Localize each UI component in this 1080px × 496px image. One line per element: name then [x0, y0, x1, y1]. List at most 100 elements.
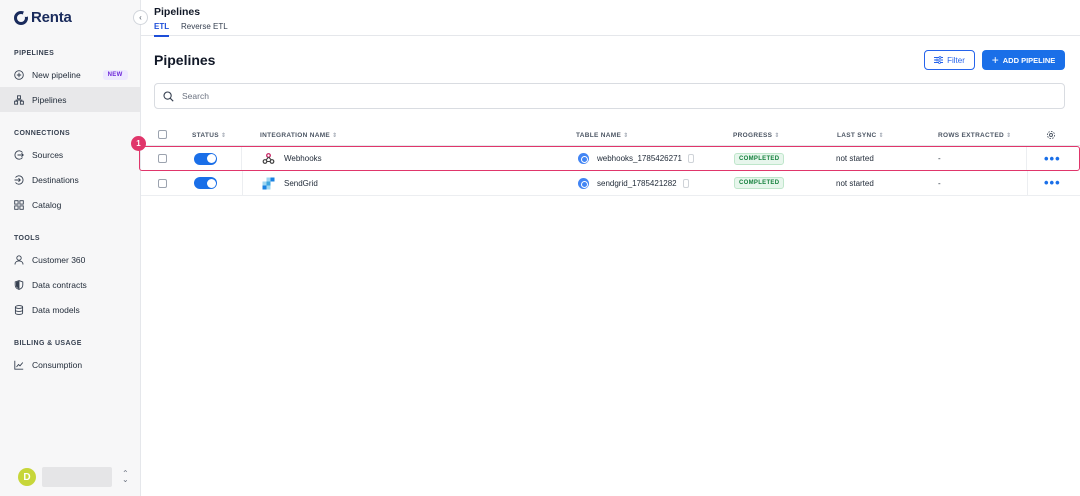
tab-etl[interactable]: ETL	[154, 22, 170, 37]
sidebar-item-label: Destinations	[32, 174, 79, 185]
table-settings-button[interactable]	[1046, 130, 1056, 140]
collapse-sidebar-button[interactable]: ‹	[133, 10, 148, 25]
column-header-progress[interactable]: PROGRESS ⇕	[733, 132, 780, 139]
add-pipeline-button[interactable]: + ADD PIPELINE	[982, 50, 1065, 70]
filter-button-label: Filter	[947, 55, 965, 65]
table-row[interactable]: Webhooks webhooks_1785426271 COMPLETED n…	[139, 146, 1080, 171]
chevron-up-down-icon: ⌃ ⌄	[122, 469, 129, 484]
last-sync: not started	[836, 178, 874, 188]
search-input[interactable]	[182, 91, 1042, 101]
renta-logo-icon	[14, 10, 29, 25]
sidebar-item-pipelines[interactable]: Pipelines	[0, 87, 140, 112]
new-badge: NEW	[102, 69, 128, 80]
rows-extracted: -	[938, 154, 941, 163]
sidebar-item-catalog[interactable]: Catalog	[0, 192, 140, 217]
sidebar-item-sources[interactable]: Sources	[0, 142, 140, 167]
bigquery-icon	[578, 177, 589, 189]
brand-name: Renta	[31, 9, 72, 26]
user-name-redacted	[42, 467, 112, 487]
table-name-cell: sendgrid_1785421282	[578, 171, 689, 195]
sort-icon: ⇕	[332, 133, 338, 139]
section-label-pipelines: PIPELINES	[14, 50, 55, 57]
status-badge: COMPLETED	[734, 152, 785, 165]
sidebar-item-data-models[interactable]: Data models	[0, 297, 140, 322]
integration-cell[interactable]: Webhooks	[262, 147, 322, 170]
sidebar-item-label: Data models	[32, 304, 80, 315]
status-toggle[interactable]	[194, 147, 217, 170]
status-toggle[interactable]	[194, 171, 217, 195]
more-icon: •••	[1044, 175, 1061, 190]
step-indicator-badge: 1	[131, 136, 146, 151]
avatar: D	[18, 468, 36, 486]
plus-icon: +	[991, 53, 999, 67]
integration-name: Webhooks	[284, 154, 322, 163]
table-header: STATUS ⇕ INTEGRATION NAME ⇕ TABLE NAME ⇕ PR…	[141, 126, 1080, 146]
integration-cell[interactable]: SendGrid	[262, 171, 318, 195]
progress-cell: COMPLETED	[734, 147, 785, 170]
add-pipeline-label: ADD PIPELINE	[1002, 55, 1056, 65]
sidebar-item-new-pipeline[interactable]: New pipeline NEW	[0, 62, 140, 87]
sort-icon: ⇕	[878, 133, 884, 139]
row-actions-button[interactable]: •••	[1044, 147, 1061, 170]
sidebar-item-consumption[interactable]: Consumption	[0, 352, 140, 377]
bigquery-icon	[578, 153, 589, 164]
sidebar-item-data-contracts[interactable]: Data contracts	[0, 272, 140, 297]
sidebar-item-customer-360[interactable]: Customer 360	[0, 247, 140, 272]
rows-extracted: -	[938, 178, 941, 188]
grid-icon	[14, 199, 24, 210]
chart-icon	[14, 360, 24, 370]
section-label-billing: BILLING & USAGE	[14, 340, 82, 347]
sidebar-item-label: Pipelines	[32, 94, 67, 105]
sidebar: Renta PIPELINES New pipeline NEW Pipelin…	[0, 0, 141, 496]
sort-icon: ⇕	[623, 133, 629, 139]
top-header: Pipelines ETL Reverse ETL	[141, 0, 1080, 37]
column-header-rows-extracted[interactable]: ROWS EXTRACTED ⇕	[938, 132, 1011, 139]
sidebar-item-label: Sources	[32, 149, 64, 160]
status-badge: COMPLETED	[734, 177, 785, 189]
brand-logo[interactable]: Renta	[14, 9, 72, 26]
filter-button[interactable]: Filter	[924, 50, 975, 70]
copy-icon[interactable]	[682, 178, 689, 188]
user-menu[interactable]: D ⌃ ⌄	[18, 467, 129, 487]
sidebar-item-label: Catalog	[32, 199, 62, 210]
shield-icon	[14, 279, 24, 290]
pipeline-icon	[14, 94, 24, 105]
search-icon	[163, 90, 174, 102]
user-icon	[14, 254, 24, 265]
sort-icon: ⇕	[220, 133, 227, 139]
column-header-table-name[interactable]: TABLE NAME ⇕	[576, 132, 628, 139]
row-actions-button[interactable]: •••	[1044, 171, 1061, 195]
integration-name: SendGrid	[284, 178, 318, 188]
sendgrid-icon	[262, 177, 275, 190]
search-box[interactable]	[154, 83, 1065, 109]
more-icon: •••	[1044, 150, 1061, 166]
row-checkbox[interactable]	[158, 171, 167, 195]
table-name: webhooks_1785426271	[597, 154, 682, 163]
table-row[interactable]: SendGrid sendgrid_1785421282 COMPLETED n…	[141, 171, 1080, 196]
column-header-status[interactable]: STATUS ⇕	[192, 132, 226, 139]
table-name-cell: webhooks_1785426271	[578, 147, 694, 170]
copy-icon[interactable]	[687, 154, 694, 163]
page-title: Pipelines	[154, 52, 216, 68]
sidebar-item-destinations[interactable]: Destinations	[0, 167, 140, 192]
last-sync: not started	[836, 154, 874, 163]
destination-icon	[14, 174, 24, 185]
column-header-integration-name[interactable]: INTEGRATION NAME ⇕	[260, 132, 337, 139]
section-label-connections: CONNECTIONS	[14, 130, 71, 137]
sort-icon: ⇕	[1005, 133, 1012, 139]
select-all-checkbox[interactable]	[158, 130, 167, 139]
header-title: Pipelines	[154, 6, 201, 18]
plus-circle-icon	[14, 69, 24, 80]
tab-reverse-etl[interactable]: Reverse ETL	[181, 22, 228, 35]
table-name: sendgrid_1785421282	[597, 178, 677, 188]
column-header-last-sync[interactable]: LAST SYNC ⇕	[837, 132, 884, 139]
row-checkbox[interactable]	[158, 147, 167, 170]
filter-icon	[934, 56, 944, 64]
sidebar-item-label: New pipeline	[32, 69, 81, 80]
webhook-icon	[262, 152, 275, 165]
sort-icon: ⇕	[774, 133, 780, 139]
sidebar-item-label: Consumption	[32, 359, 83, 370]
sidebar-item-label: Customer 360	[32, 254, 86, 265]
database-icon	[14, 304, 24, 315]
gear-icon	[1046, 130, 1056, 140]
